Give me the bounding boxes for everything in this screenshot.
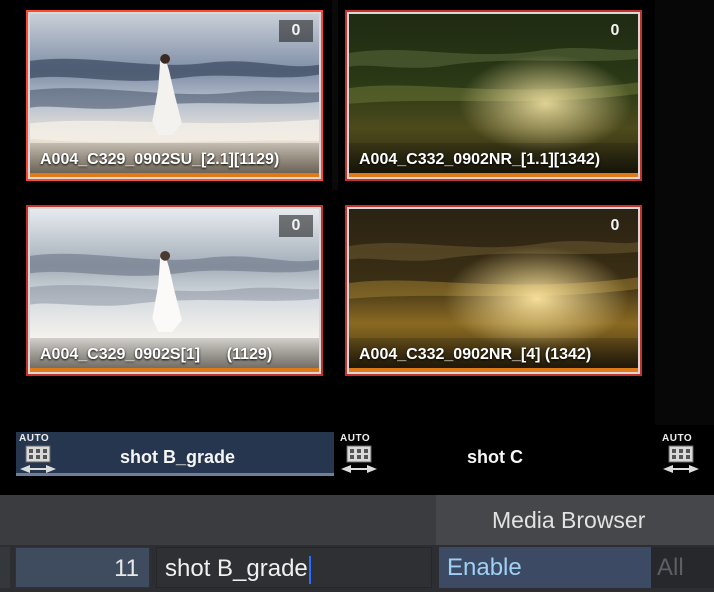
thumbnail-1[interactable]: 0 A004_C329_0902SU_[2.1][1129) <box>26 10 323 181</box>
thumbnail-label: A004_C329_0902SU_[2.1][1129) <box>30 143 319 177</box>
film-arrows-icon <box>341 445 377 473</box>
thumbnail-2[interactable]: 0 A004_C332_0902NR_[1.1][1342) <box>345 10 642 181</box>
thumbnail-count-badge: 0 <box>279 20 313 42</box>
grid-divider <box>332 0 338 190</box>
thumbnail-status-bar <box>349 173 638 177</box>
media-browser-title[interactable]: Media Browser <box>492 507 645 534</box>
auto-transition-icon[interactable]: AUTO <box>17 433 61 477</box>
panel-header-left <box>0 495 436 545</box>
shot-name-b-grade: shot B_grade <box>119 447 236 467</box>
auto-transition-icon[interactable]: AUTO <box>338 433 382 477</box>
thumbnail-status-bar <box>30 173 319 177</box>
panel-left-edge <box>0 547 10 588</box>
film-arrows-icon <box>663 445 699 473</box>
shot-number-field[interactable]: 11 <box>15 547 150 588</box>
thumbnail-label: A004_C332_0902NR_[1.1][1342) <box>349 143 638 177</box>
shot-name-field[interactable]: shot B_grade <box>156 547 432 588</box>
thumbnail-status-bar <box>30 368 319 372</box>
thumbnail-label: A004_C332_0902NR_[4] (1342) <box>349 338 638 372</box>
shot-name-value: shot B_grade <box>165 555 308 582</box>
thumbnail-count-badge: 0 <box>610 22 620 39</box>
thumbnail-3[interactable]: 0 A004_C329_0902S[1] (1129) <box>26 205 323 376</box>
stage: 0 A004_C329_0902SU_[2.1][1129) 0 A004_C3… <box>0 0 714 592</box>
auto-transition-icon[interactable]: AUTO <box>660 433 704 477</box>
thumbnail-label: A004_C329_0902S[1] (1129) <box>30 338 319 372</box>
grid-right-gutter <box>655 0 714 425</box>
thumbnail-status-bar <box>349 368 638 372</box>
text-caret <box>308 555 311 584</box>
thumbnail-count-badge: 0 <box>279 215 313 237</box>
film-arrows-icon <box>20 445 56 473</box>
enable-button[interactable]: Enable <box>439 547 651 588</box>
thumbnail-count-badge: 0 <box>610 217 620 234</box>
shot-name-c: shot C <box>467 447 523 467</box>
thumbnail-4[interactable]: 0 A004_C332_0902NR_[4] (1342) <box>345 205 642 376</box>
all-button[interactable]: All <box>651 547 714 588</box>
